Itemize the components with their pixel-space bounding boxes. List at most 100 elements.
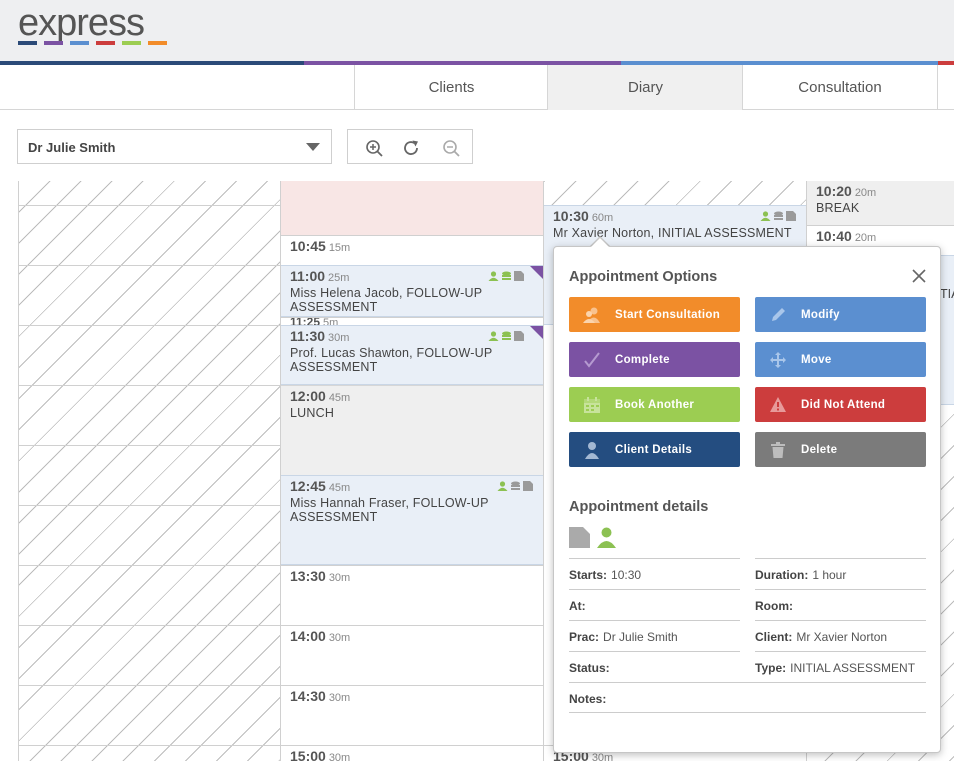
client-icon: [488, 271, 499, 281]
payment-icon: [511, 481, 520, 490]
appointment-popup: Appointment Options Start Consultation M…: [553, 246, 941, 753]
move-button[interactable]: Move: [755, 342, 926, 377]
slot-time: 13:30: [290, 568, 326, 584]
client-details-button[interactable]: Client Details: [569, 432, 740, 467]
checkmark-icon: [584, 351, 600, 368]
slot-description: Prof. Lucas Shawton, FOLLOW-UP ASSESSMEN…: [290, 346, 493, 374]
diary-slot[interactable]: [281, 181, 543, 235]
diary-slot[interactable]: 10:45 15m: [281, 235, 543, 265]
client-icon: [597, 527, 616, 548]
slot-time: 10:20: [816, 183, 852, 199]
appointment-status-icons: [488, 271, 524, 281]
diary-slot[interactable]: 14:30 30m: [281, 685, 543, 745]
slot-duration: 30m: [328, 572, 351, 584]
refresh-icon[interactable]: [401, 138, 421, 158]
slot-duration: 30m: [328, 632, 351, 644]
detail-status: Status:: [569, 651, 740, 682]
detail-prac: Prac: Dr Julie Smith: [569, 620, 740, 651]
payment-icon: [502, 271, 511, 280]
slot-time: 11:30: [290, 328, 326, 344]
tab-clients[interactable]: Clients: [354, 65, 548, 110]
slot-duration: 30m: [328, 332, 350, 344]
payment-icon: [502, 331, 511, 340]
slot-time: 10:40: [816, 228, 852, 244]
slot-description: Miss Helena Jacob, FOLLOW-UP ASSESSMENT: [290, 286, 483, 314]
logo-stripe: [44, 41, 63, 45]
detail-duration: Duration: 1 hour: [755, 558, 926, 589]
slot-duration: 20m: [854, 232, 877, 244]
logo-stripe: [96, 41, 115, 45]
modify-button[interactable]: Modify: [755, 297, 926, 332]
client-icon: [497, 481, 508, 491]
logo-stripe: [70, 41, 89, 45]
unavailable-slot: [544, 181, 806, 205]
tab-diary[interactable]: Diary: [547, 65, 743, 110]
zoom-controls: [347, 129, 473, 164]
user-icon: [585, 441, 599, 459]
detail-starts: Starts: 10:30: [569, 558, 740, 589]
slot-duration: 30m: [328, 692, 351, 704]
slot-description: LUNCH: [290, 406, 335, 420]
practitioner-select-value: Dr Julie Smith: [28, 140, 116, 155]
slot-description: TIA: [940, 287, 954, 301]
appointment-status-icons: [760, 211, 796, 221]
detail-at: At:: [569, 589, 740, 620]
slot-duration: 60m: [591, 212, 614, 224]
slot-time: 12:45: [290, 478, 326, 494]
diary-slot[interactable]: 15:00 30m: [281, 745, 543, 761]
slot-duration: 45m: [328, 392, 351, 404]
slot-duration: 20m: [854, 187, 877, 199]
status-flag-icon: [530, 266, 543, 279]
zoom-out-icon[interactable]: [441, 138, 461, 158]
slot-description: Miss Hannah Fraser, FOLLOW-UP ASSESSMENT: [290, 496, 489, 524]
complete-button[interactable]: Complete: [569, 342, 740, 377]
slot-time: 15:00: [290, 748, 326, 761]
slot-time: 12:00: [290, 388, 326, 404]
slot-time: 14:00: [290, 628, 326, 644]
document-icon: [786, 211, 796, 221]
diary-slot[interactable]: 14:00 30m: [281, 625, 543, 685]
calendar-icon: [584, 396, 600, 413]
status-flag-icon: [530, 326, 543, 339]
appointment-options-title: Appointment Options: [569, 269, 718, 285]
main-nav: Clients Diary Consultation: [0, 65, 954, 110]
logo-stripe: [122, 41, 141, 45]
book-another-button[interactable]: Book Another: [569, 387, 740, 422]
slot-duration: 30m: [591, 752, 614, 761]
tab-consultation[interactable]: Consultation: [742, 65, 938, 110]
delete-button[interactable]: Delete: [755, 432, 926, 467]
move-arrows-icon: [770, 351, 786, 368]
detail-client: Client: Mr Xavier Norton: [755, 620, 926, 651]
document-icon: [514, 271, 524, 281]
appointment-slot[interactable]: 12:45 45m Miss Hannah Fraser, FOLLOW-UP A…: [281, 475, 543, 565]
diary-slot[interactable]: 11:25 5m: [281, 317, 543, 325]
chevron-down-icon: [306, 143, 320, 151]
appointment-status-icons: [497, 481, 533, 491]
client-icon: [488, 331, 499, 341]
pencil-icon: [772, 307, 785, 321]
appointment-slot[interactable]: 11:00 25m Miss Helena Jacob, FOLLOW-UP AS…: [281, 265, 543, 317]
break-slot[interactable]: 12:00 45m LUNCH: [281, 385, 543, 475]
client-icon: [760, 211, 771, 221]
break-slot[interactable]: 10:20 20m BREAK: [807, 181, 954, 225]
slot-time: 10:30: [553, 208, 589, 224]
did-not-attend-button[interactable]: Did Not Attend: [755, 387, 926, 422]
appointment-slot[interactable]: 11:30 30m Prof. Lucas Shawton, FOLLOW-UP …: [281, 325, 543, 385]
logo-stripe: [148, 41, 167, 45]
logo-stripe: [18, 41, 37, 45]
slot-duration: 5m: [323, 317, 339, 325]
slot-duration: 30m: [328, 752, 351, 761]
close-icon[interactable]: [911, 268, 927, 284]
detail-type: Type: INITIAL ASSESSMENT: [755, 651, 926, 682]
consultation-icon: [583, 307, 600, 323]
practitioner-select[interactable]: Dr Julie Smith: [17, 129, 332, 164]
slot-time: 10:45: [290, 238, 326, 254]
diary-slot[interactable]: 13:30 30m: [281, 565, 543, 625]
slot-duration: 15m: [328, 242, 351, 254]
warning-icon: [770, 396, 786, 412]
detail-room: Room:: [755, 589, 926, 620]
start-consultation-button[interactable]: Start Consultation: [569, 297, 740, 332]
document-icon: [523, 481, 533, 491]
zoom-in-icon[interactable]: [364, 138, 384, 158]
slot-time: 11:25: [290, 317, 321, 325]
